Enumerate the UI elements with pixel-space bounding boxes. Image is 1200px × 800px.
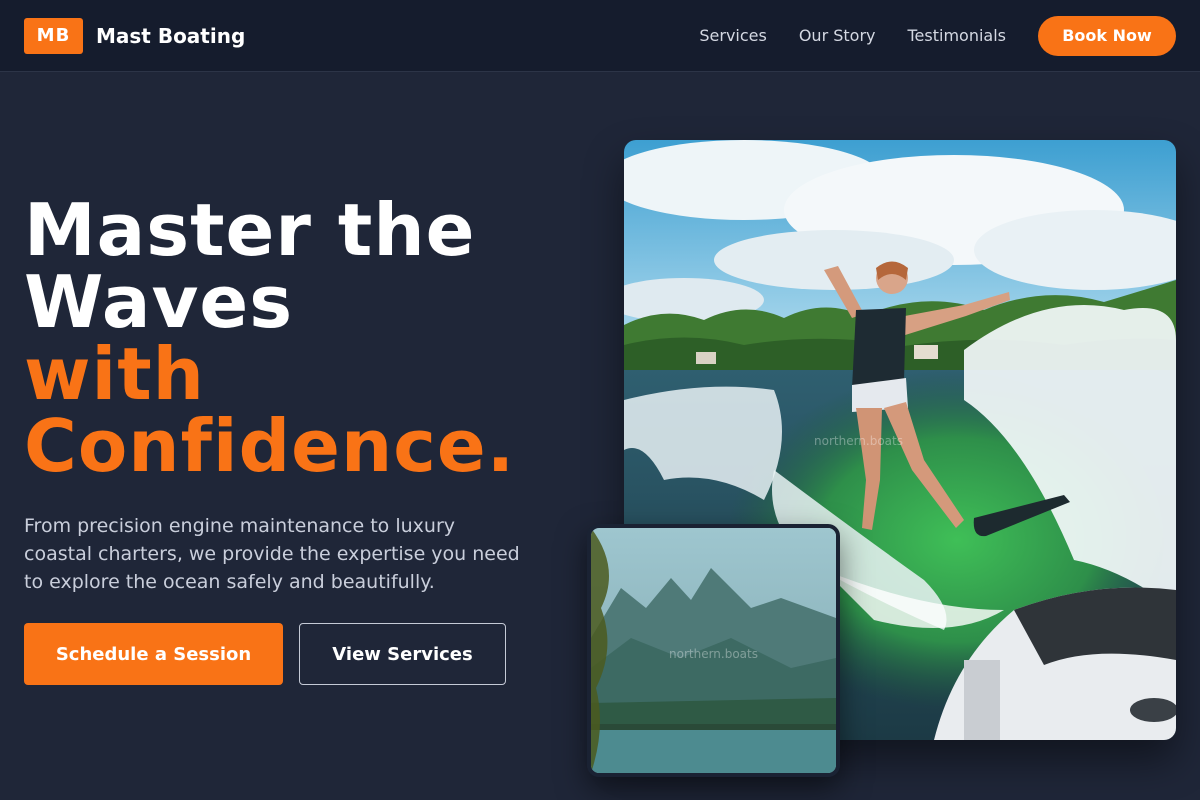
nav-links: Services Our Story Testimonials [699,26,1006,45]
hero-headline: Master the Waves with Confidence. [24,194,544,482]
nav-link-our-story[interactable]: Our Story [799,26,876,45]
hero-text: Master the Waves with Confidence. From p… [24,194,544,596]
nav-link-services[interactable]: Services [699,26,766,45]
schedule-session-button[interactable]: Schedule a Session [24,623,283,685]
top-navbar: MB Mast Boating Services Our Story Testi… [0,0,1200,72]
headline-line-1: Master the [24,188,476,272]
brand[interactable]: MB Mast Boating [24,17,245,54]
main-photo-watermark: northern.boats [814,434,903,448]
mountain-lake-illustration: northern.boats [591,528,836,773]
mountain-lake-photo: northern.boats [587,524,840,777]
brand-name[interactable]: Mast Boating [96,24,245,48]
hero-subtitle: From precision engine maintenance to lux… [24,515,520,593]
headline-line-4: Confidence. [24,404,516,488]
inset-photo-watermark: northern.boats [669,647,758,661]
headline-line-3: with [24,332,205,416]
cta-row: Schedule a Session View Services [24,623,506,685]
logo-badge[interactable]: MB [24,17,83,54]
nav-link-testimonials[interactable]: Testimonials [908,26,1007,45]
book-now-button[interactable]: Book Now [1038,15,1176,56]
view-services-button[interactable]: View Services [299,623,506,685]
headline-line-2: Waves [24,260,294,344]
